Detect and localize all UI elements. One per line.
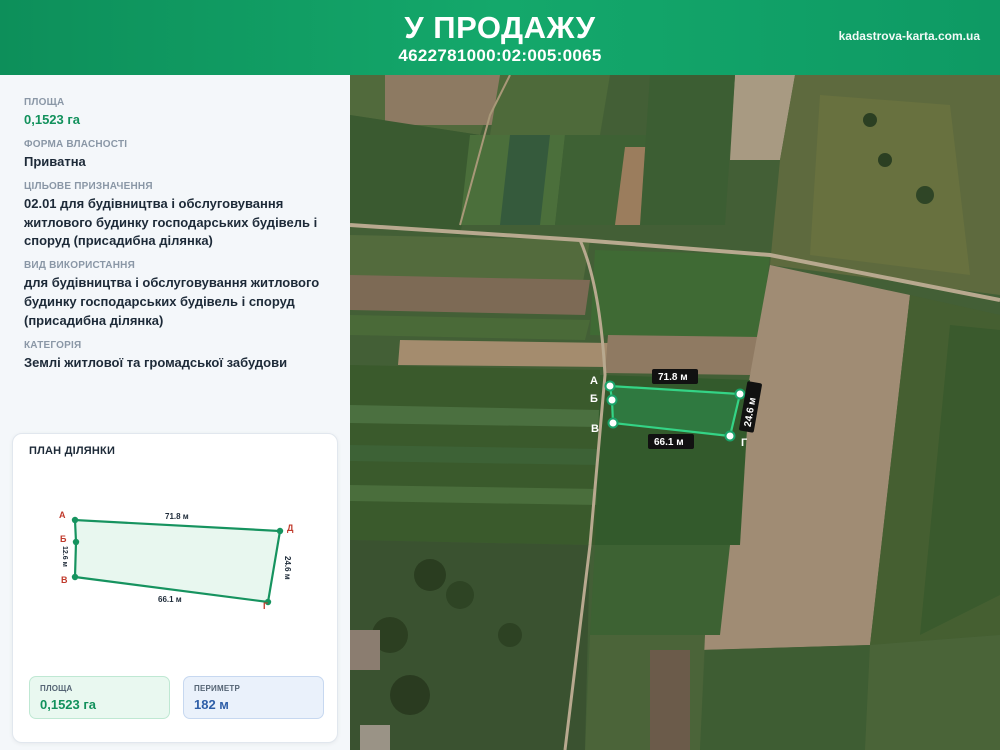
plot-plan-diagram: А Б В Г Д 71.8 м 66.1 м 24.6 м 12.6 м — [59, 510, 294, 611]
map-vertex-label-v: В — [591, 423, 599, 435]
ownership-value: Приватна — [24, 153, 86, 169]
plan-edge-dg: 24.6 м — [283, 556, 292, 580]
plan-perimeter-label: ПЕРИМЕТР — [194, 684, 240, 693]
sidebar: ПЛОЩА 0,1523 га ФОРМА ВЛАСНОСТІ Приватна… — [0, 75, 350, 750]
map-vertex-d[interactable] — [734, 388, 746, 400]
map-vertex-a[interactable] — [604, 380, 616, 392]
plan-edge-gv: 66.1 м — [158, 595, 182, 604]
plan-vertex-b — [72, 538, 80, 546]
cadastral-number: 4622781000:02:005:0065 — [398, 46, 602, 65]
plot-plan-polygon — [73, 518, 282, 604]
purpose-label: ЦІЛЬОВЕ ПРИЗНАЧЕННЯ — [24, 180, 153, 192]
plan-perimeter-value: 182 м — [194, 697, 229, 712]
plot-plan-card: ПЛАН ДІЛЯНКИ А Б В Г Д 71.8 м 66.1 м 24.… — [12, 433, 338, 743]
plan-area-label: ПЛОЩА — [40, 684, 73, 693]
map-vertex-b[interactable] — [606, 394, 618, 406]
plan-vertex-label-d: Д — [287, 523, 294, 533]
satellite-imagery: А Б В Г Д 71.8 м 66.1 м 24.6 м — [350, 75, 1000, 750]
map-vertex-label-a: А — [590, 375, 598, 387]
plan-vertex-a — [71, 516, 79, 524]
plan-vertex-label-v: В — [61, 575, 68, 585]
area-value: 0,1523 га — [24, 112, 81, 127]
plan-perimeter-stat: ПЕРИМЕТР 182 м — [183, 676, 324, 719]
purpose-value: 02.01 для будівництва і обслуговування ж… — [24, 195, 318, 249]
ownership-label: ФОРМА ВЛАСНОСТІ — [24, 138, 128, 150]
plan-vertex-label-g: Г — [263, 601, 268, 611]
map-vertex-label-b: Б — [590, 393, 598, 405]
plan-vertex-v — [71, 573, 79, 581]
plan-area-stat: ПЛОЩА 0,1523 га — [29, 676, 170, 719]
map-edge-ad: 71.8 м — [658, 372, 688, 383]
plan-vertex-label-a: А — [59, 510, 66, 520]
category-label: КАТЕГОРІЯ — [24, 339, 82, 351]
parcel-info: ПЛОЩА 0,1523 га ФОРМА ВЛАСНОСТІ Приватна… — [24, 97, 334, 382]
area-label: ПЛОЩА — [24, 97, 65, 108]
map-vertex-v[interactable] — [607, 417, 619, 429]
usage-value: для будівництва і обслуговування житлово… — [24, 275, 320, 328]
map-vertex-g[interactable] — [724, 430, 736, 442]
map-vertex-label-g: Г — [741, 437, 748, 449]
usage-label: ВИД ВИКОРИСТАННЯ — [24, 260, 135, 272]
plan-edge-ad: 71.8 м — [165, 512, 189, 521]
map-edge-gv: 66.1 м — [654, 437, 684, 448]
plan-edge-ab: 12.6 м — [61, 546, 68, 567]
satellite-map[interactable]: А Б В Г Д 71.8 м 66.1 м 24.6 м — [350, 75, 1000, 750]
plan-area-value: 0,1523 га — [40, 697, 97, 712]
plan-vertex-label-b: Б — [60, 534, 67, 544]
plan-vertex-d — [276, 527, 284, 535]
header: У ПРОДАЖУ 4622781000:02:005:0065 kadastr… — [0, 0, 1000, 75]
site-link[interactable]: kadastrova-karta.com.ua — [839, 29, 980, 43]
category-value: Землі житлової та громадської забудови — [24, 354, 288, 370]
